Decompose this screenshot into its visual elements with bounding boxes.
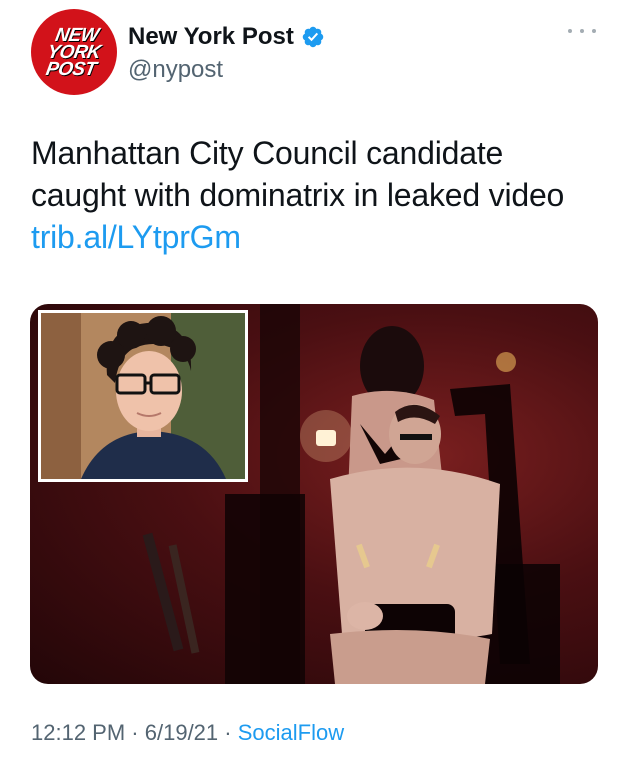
logo-line-2: YORK: [45, 41, 103, 63]
verified-badge-icon: [302, 26, 324, 48]
nypost-logo: NEW YORK POST: [31, 9, 117, 95]
logo-line-1: NEW: [53, 24, 101, 46]
candidate-headshot-inset: [38, 310, 248, 482]
author-handle[interactable]: @nypost: [128, 56, 223, 84]
tweet-meta: 12:12 PM · 6/19/21 · SocialFlow: [31, 720, 344, 746]
meta-separator: ·: [224, 720, 232, 745]
tweet-text: Manhattan City Council candidate caught …: [31, 132, 611, 258]
tweet-source[interactable]: SocialFlow: [238, 720, 344, 745]
more-dot: [568, 29, 572, 33]
more-dot: [592, 29, 596, 33]
tweet-media-image[interactable]: [30, 304, 598, 684]
more-dot: [580, 29, 584, 33]
avatar[interactable]: NEW YORK POST: [31, 9, 117, 95]
more-options-icon[interactable]: [568, 24, 596, 38]
tweet-link[interactable]: trib.al/LYtprGm: [31, 219, 241, 255]
logo-line-3: POST: [44, 58, 98, 80]
headshot-portrait: [41, 313, 245, 479]
tweet-date[interactable]: 6/19/21: [145, 720, 218, 745]
author-display-name[interactable]: New York Post: [128, 23, 294, 51]
author-name-row: New York Post: [128, 22, 325, 52]
tweet-text-line: caught with dominatrix in leaked video: [31, 177, 565, 213]
tweet-time[interactable]: 12:12 PM: [31, 720, 125, 745]
tweet-text-line: Manhattan City Council candidate: [31, 135, 504, 171]
meta-separator: ·: [131, 720, 139, 745]
